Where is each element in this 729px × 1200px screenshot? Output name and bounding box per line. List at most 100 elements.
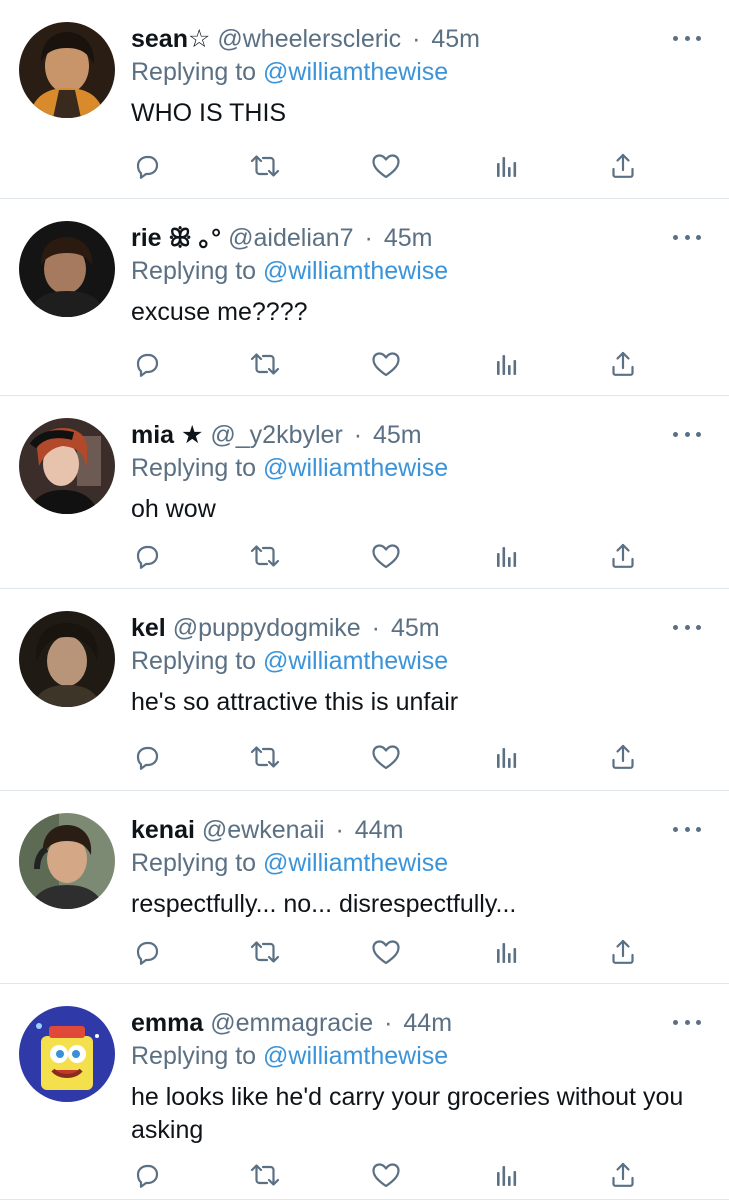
avatar[interactable] bbox=[19, 22, 115, 118]
retweet-button[interactable] bbox=[247, 148, 283, 184]
analytics-icon bbox=[497, 547, 517, 567]
retweet-icon bbox=[250, 155, 280, 177]
display-name[interactable]: rie ꕥ ｡° bbox=[131, 224, 221, 252]
timestamp[interactable]: 45m bbox=[431, 25, 480, 53]
more-dot bbox=[684, 1019, 690, 1025]
replying-prefix: Replying to bbox=[131, 58, 257, 86]
timestamp[interactable]: 44m bbox=[355, 816, 404, 844]
avatar-image bbox=[19, 813, 115, 909]
separator-dot: · bbox=[364, 224, 373, 252]
like-button[interactable] bbox=[368, 148, 404, 184]
tweet-header: mia ★ @_y2kbyler · 45m bbox=[131, 417, 422, 453]
display-name[interactable]: emma bbox=[131, 1009, 203, 1037]
reply-button[interactable] bbox=[129, 1157, 165, 1193]
user-handle[interactable]: @emmagracie bbox=[210, 1009, 373, 1037]
analytics-button[interactable] bbox=[488, 739, 524, 775]
analytics-button[interactable] bbox=[488, 1157, 524, 1193]
tweet[interactable]: sean☆ @wheelerscleric · 45m Replying to … bbox=[0, 0, 729, 199]
retweet-button[interactable] bbox=[247, 538, 283, 574]
more-dot bbox=[696, 1019, 701, 1025]
analytics-icon bbox=[497, 355, 517, 375]
analytics-button[interactable] bbox=[488, 346, 524, 382]
user-handle[interactable]: @puppydogmike bbox=[173, 614, 361, 642]
user-handle[interactable]: @aidelian7 bbox=[228, 224, 353, 252]
user-handle[interactable]: @ewkenaii bbox=[202, 816, 325, 844]
share-button[interactable] bbox=[605, 346, 641, 382]
like-button[interactable] bbox=[368, 934, 404, 970]
more-horizontal-icon bbox=[673, 826, 678, 832]
replying-to-link[interactable]: @williamthewise bbox=[263, 647, 448, 675]
tweet[interactable]: mia ★ @_y2kbyler · 45m Replying to @will… bbox=[0, 396, 729, 589]
more-options-button[interactable] bbox=[673, 815, 701, 843]
replying-to: Replying to @williamthewise bbox=[131, 645, 448, 677]
reply-button[interactable] bbox=[129, 739, 165, 775]
replying-to-link[interactable]: @williamthewise bbox=[263, 454, 448, 482]
tweet[interactable]: rie ꕥ ｡° @aidelian7 · 45m Replying to @w… bbox=[0, 199, 729, 396]
avatar[interactable] bbox=[19, 1006, 115, 1102]
avatar[interactable] bbox=[19, 418, 115, 514]
reply-button[interactable] bbox=[129, 346, 165, 382]
like-button[interactable] bbox=[368, 1157, 404, 1193]
more-dot bbox=[696, 624, 701, 630]
more-options-button[interactable] bbox=[673, 1008, 701, 1036]
avatar[interactable] bbox=[19, 813, 115, 909]
separator-dot: · bbox=[412, 25, 421, 53]
display-name[interactable]: mia ★ bbox=[131, 421, 203, 449]
timestamp[interactable]: 45m bbox=[384, 224, 433, 252]
share-button[interactable] bbox=[605, 739, 641, 775]
like-button[interactable] bbox=[368, 346, 404, 382]
like-heart-icon bbox=[372, 352, 400, 377]
avatar[interactable] bbox=[19, 221, 115, 317]
retweet-button[interactable] bbox=[247, 346, 283, 382]
analytics-icon bbox=[497, 157, 517, 177]
replying-to: Replying to @williamthewise bbox=[131, 255, 448, 287]
analytics-button[interactable] bbox=[488, 148, 524, 184]
share-button[interactable] bbox=[605, 538, 641, 574]
tweet[interactable]: kenai @ewkenaii · 44m Replying to @willi… bbox=[0, 791, 729, 984]
analytics-icon bbox=[497, 748, 517, 768]
more-options-button[interactable] bbox=[673, 223, 701, 251]
user-handle[interactable]: @_y2kbyler bbox=[210, 421, 342, 449]
reply-button[interactable] bbox=[129, 934, 165, 970]
like-button[interactable] bbox=[368, 538, 404, 574]
more-dot bbox=[684, 234, 690, 240]
tweet-text: he looks like he'd carry your groceries … bbox=[131, 1083, 684, 1144]
like-button[interactable] bbox=[368, 739, 404, 775]
display-name[interactable]: kel bbox=[131, 614, 166, 642]
tweet[interactable]: emma @emmagracie · 44m Replying to @will… bbox=[0, 984, 729, 1200]
timestamp[interactable]: 45m bbox=[391, 614, 440, 642]
user-handle[interactable]: @wheelerscleric bbox=[217, 25, 401, 53]
like-heart-icon bbox=[372, 940, 400, 965]
share-icon bbox=[612, 351, 634, 376]
more-options-button[interactable] bbox=[673, 24, 701, 52]
replying-to-link[interactable]: @williamthewise bbox=[263, 849, 448, 877]
replying-to-link[interactable]: @williamthewise bbox=[263, 1042, 448, 1070]
action-bar bbox=[0, 934, 729, 970]
replying-to-link[interactable]: @williamthewise bbox=[263, 257, 448, 285]
tweet[interactable]: kel @puppydogmike · 45m Replying to @wil… bbox=[0, 589, 729, 791]
avatar[interactable] bbox=[19, 611, 115, 707]
analytics-button[interactable] bbox=[488, 538, 524, 574]
timestamp[interactable]: 44m bbox=[403, 1009, 452, 1037]
retweet-button[interactable] bbox=[247, 1157, 283, 1193]
more-dot bbox=[684, 35, 690, 41]
share-button[interactable] bbox=[605, 148, 641, 184]
more-options-button[interactable] bbox=[673, 420, 701, 448]
replying-to-link[interactable]: @williamthewise bbox=[263, 58, 448, 86]
timestamp[interactable]: 45m bbox=[373, 421, 422, 449]
retweet-icon bbox=[250, 545, 280, 567]
more-dot bbox=[684, 624, 690, 630]
like-heart-icon bbox=[372, 1163, 400, 1188]
reply-button[interactable] bbox=[129, 538, 165, 574]
retweet-button[interactable] bbox=[247, 739, 283, 775]
analytics-button[interactable] bbox=[488, 934, 524, 970]
more-options-button[interactable] bbox=[673, 613, 701, 641]
more-dot bbox=[696, 431, 701, 437]
display-name[interactable]: sean☆ bbox=[131, 25, 210, 53]
display-name[interactable]: kenai bbox=[131, 816, 195, 844]
reply-button[interactable] bbox=[129, 148, 165, 184]
share-button[interactable] bbox=[605, 934, 641, 970]
share-button[interactable] bbox=[605, 1157, 641, 1193]
action-bar bbox=[0, 148, 729, 184]
retweet-button[interactable] bbox=[247, 934, 283, 970]
